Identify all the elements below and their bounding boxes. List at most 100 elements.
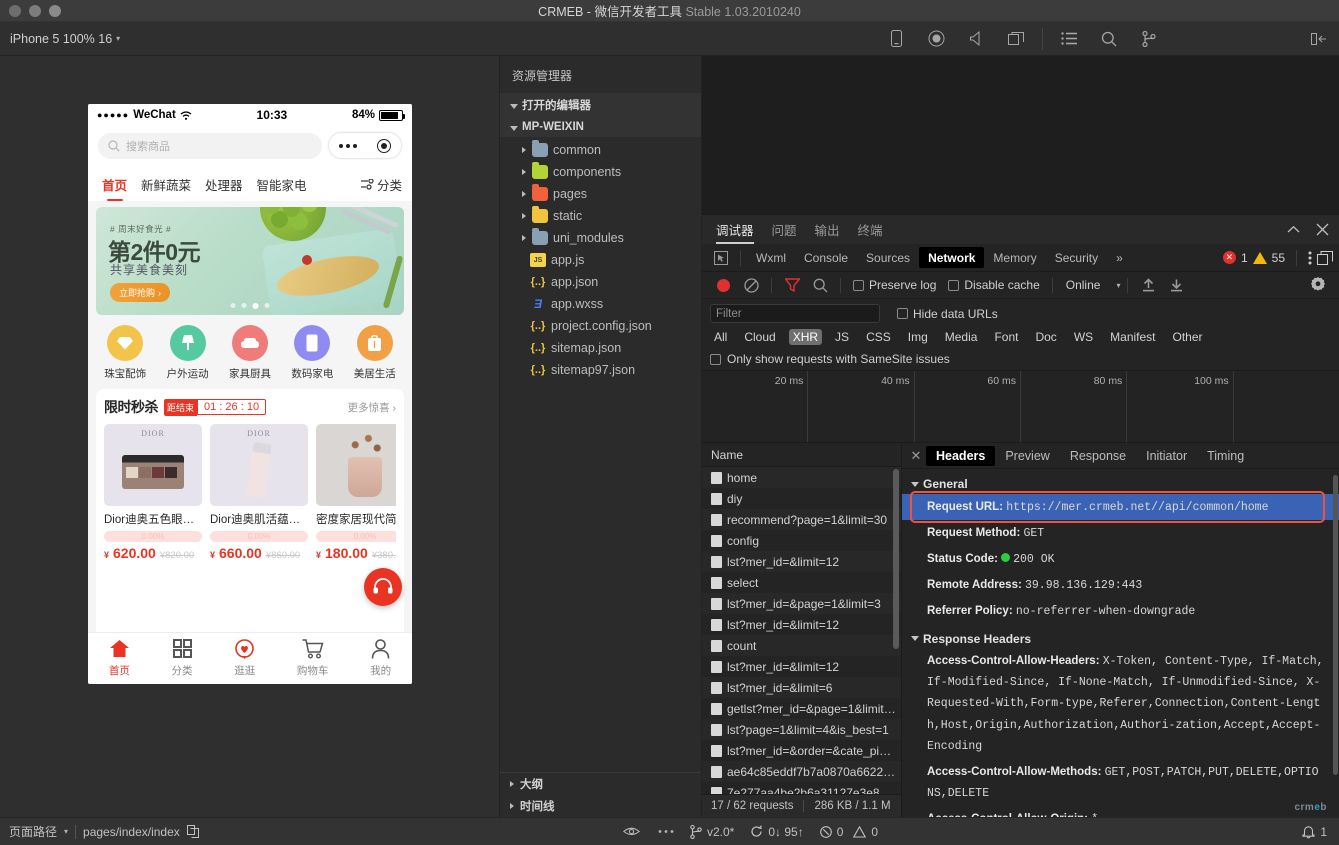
filter-type-cloud[interactable]: Cloud — [740, 329, 779, 345]
tree-item-sitemap97-json[interactable]: {..} sitemap97.json — [500, 359, 701, 381]
detail-tab-initiator[interactable]: Initiator — [1136, 446, 1197, 466]
checkbox[interactable] — [897, 308, 908, 319]
request-list-header[interactable]: Name — [702, 443, 901, 467]
tree-item-pages[interactable]: pages — [500, 183, 701, 205]
panel-tab-sources[interactable]: Sources — [857, 247, 919, 268]
close-icon[interactable] — [1316, 223, 1329, 236]
clear-button[interactable] — [738, 272, 764, 299]
tab-problems[interactable]: 问题 — [772, 215, 797, 244]
chevron-right-icon[interactable] — [522, 169, 526, 175]
close-window-button[interactable] — [9, 4, 21, 17]
panel-tab-network[interactable]: Network — [919, 247, 985, 268]
header-request-url[interactable]: Request URL: https://mer.crmeb.net//api/… — [902, 494, 1339, 521]
filter-type-img[interactable]: Img — [904, 329, 932, 345]
tree-item-common[interactable]: common — [500, 139, 701, 161]
chevron-right-icon[interactable] — [522, 235, 526, 241]
sync-status[interactable]: 0↓ 95↑ — [750, 825, 804, 839]
import-har-icon[interactable] — [1135, 272, 1161, 299]
more-icon[interactable] — [339, 143, 357, 148]
tab-category[interactable]: 分类 — [172, 638, 193, 678]
samesite-filter[interactable]: Only show requests with SameSite issues — [710, 352, 1331, 366]
tab-debugger[interactable]: 调试器 — [716, 215, 754, 244]
request-row[interactable]: lst?mer_id=&limit=12 — [702, 551, 901, 572]
filter-type-font[interactable]: Font — [990, 329, 1022, 345]
flash-sale-more-link[interactable]: 更多惊喜 › — [348, 400, 396, 415]
nav-tab-smarthome[interactable]: 智能家电 — [257, 175, 307, 194]
detail-scrollbar[interactable] — [1333, 475, 1338, 775]
category-furniture[interactable]: 家具厨具 — [222, 325, 278, 381]
request-row[interactable]: lst?mer_id=&limit=6 — [702, 677, 901, 698]
search-icon[interactable] — [1089, 22, 1129, 56]
chevron-down-icon[interactable]: ▾ — [64, 827, 68, 836]
panel-tab-memory[interactable]: Memory — [984, 247, 1045, 268]
request-row[interactable]: lst?mer_id=&page=1&limit=3 — [702, 593, 901, 614]
window-icon[interactable] — [996, 22, 1036, 56]
product-card[interactable]: DIOR Dior迪奥肌活蕴… 0.00% ¥ 660.00 ¥860.00 — [210, 424, 308, 561]
record-toggle-button[interactable] — [710, 272, 736, 299]
speaker-icon[interactable] — [956, 22, 996, 56]
tree-item-static[interactable]: static — [500, 205, 701, 227]
promo-banner[interactable]: # 周末好食光 # 第2件0元 共享美食美刻 立即抢购 › — [96, 207, 404, 315]
product-card[interactable]: DIOR Dior迪奥五色眼… 0.00% ¥ 620.00 ¥820.00 — [104, 424, 202, 561]
issue-counts[interactable]: ✕ 1 55 — [1222, 249, 1339, 266]
request-row[interactable]: lst?mer_id=&limit=12 — [702, 614, 901, 635]
request-row[interactable]: config — [702, 530, 901, 551]
close-detail-icon[interactable]: ✕ — [906, 448, 926, 464]
dock-side-icon[interactable] — [1317, 250, 1333, 265]
filter-input[interactable]: Filter — [710, 304, 880, 323]
phone-icon[interactable] — [876, 22, 916, 56]
filter-type-media[interactable]: Media — [941, 329, 982, 345]
category-jewelry[interactable]: 珠宝配饰 — [97, 325, 153, 381]
panel-tab-wxml[interactable]: Wxml — [747, 247, 795, 268]
tab-cart[interactable]: 购物车 — [297, 638, 328, 678]
checkbox[interactable] — [853, 279, 864, 291]
request-row[interactable]: count — [702, 635, 901, 656]
tab-discover[interactable]: 逛逛 — [234, 638, 255, 678]
filter-icon[interactable] — [779, 272, 805, 299]
filter-type-js[interactable]: JS — [831, 329, 853, 345]
explorer-section-outline[interactable]: 大纲 — [500, 773, 701, 795]
section-general[interactable]: General — [902, 474, 1339, 494]
list-icon[interactable] — [1049, 22, 1089, 56]
preserve-log-checkbox[interactable]: Preserve log — [848, 278, 941, 292]
explorer-section-open-editors[interactable]: 打开的编辑器 — [500, 93, 701, 117]
window-controls[interactable] — [0, 4, 61, 17]
network-settings-icon[interactable] — [1305, 272, 1331, 299]
branch-icon[interactable] — [1129, 22, 1169, 56]
devtools-more-icon[interactable] — [1308, 251, 1312, 265]
eye-icon[interactable] — [623, 826, 640, 837]
customer-service-fab[interactable] — [364, 568, 402, 606]
product-card[interactable]: 密度家居现代简… 0.00% ¥ 180.00 ¥380.00 — [316, 424, 396, 561]
request-row[interactable]: getlst?mer_id=&page=1&limit… — [702, 698, 901, 719]
tab-terminal[interactable]: 终端 — [858, 215, 883, 244]
tree-item-sitemap-json[interactable]: {..} sitemap.json — [500, 337, 701, 359]
tab-output[interactable]: 输出 — [815, 215, 840, 244]
request-row[interactable]: select — [702, 572, 901, 593]
tree-item-app-js[interactable]: JS app.js — [500, 249, 701, 271]
tree-item-uni-modules[interactable]: uni_modules — [500, 227, 701, 249]
filter-type-xhr[interactable]: XHR — [788, 329, 823, 345]
request-row[interactable]: lst?mer_id=&order=&cate_pi… — [702, 740, 901, 761]
tree-item-app-json[interactable]: {..} app.json — [500, 271, 701, 293]
search-input[interactable]: 搜索商品 — [98, 132, 322, 159]
copy-icon[interactable] — [186, 825, 199, 838]
detail-tab-response[interactable]: Response — [1060, 446, 1136, 466]
minimize-window-button[interactable] — [29, 4, 41, 17]
chevron-right-icon[interactable] — [522, 191, 526, 197]
panel-tab-security[interactable]: Security — [1046, 247, 1107, 268]
explorer-section-timeline[interactable]: 时间线 — [500, 795, 701, 817]
tab-profile[interactable]: 我的 — [370, 638, 391, 678]
panel-tab-console[interactable]: Console — [795, 247, 857, 268]
carousel-dot-active[interactable] — [252, 303, 259, 309]
checkbox[interactable] — [948, 279, 960, 291]
request-row[interactable]: home — [702, 467, 901, 488]
tab-home[interactable]: 首页 — [109, 638, 130, 678]
filter-type-manifest[interactable]: Manifest — [1106, 329, 1159, 345]
category-living[interactable]: 美居生活 — [347, 325, 403, 381]
explorer-section-mp-weixin[interactable]: MP-WEIXIN — [500, 117, 701, 137]
filter-type-other[interactable]: Other — [1169, 329, 1207, 345]
carousel-dot[interactable] — [264, 303, 270, 308]
panel-tab-more[interactable]: » — [1107, 247, 1132, 268]
request-row[interactable]: 7e277aa4be2b6a31127e3e8… — [702, 782, 901, 794]
wechat-capsule[interactable] — [328, 132, 402, 159]
